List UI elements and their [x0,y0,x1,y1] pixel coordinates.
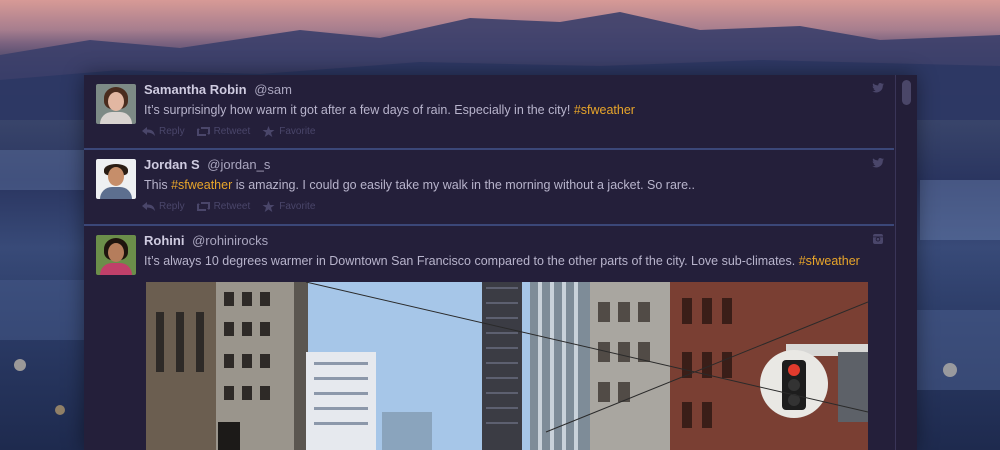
favorite-button[interactable]: Favorite [262,201,315,212]
star-icon [262,126,275,137]
twitter-icon [872,158,884,168]
tweet-feed: Samantha Robin @sam It’s surprisingly ho… [84,75,894,450]
twitter-icon [872,83,884,93]
tweet-header: Jordan S @jordan_s [144,157,270,172]
tweet-text-segment: It’s surprisingly how warm it got after … [144,103,574,117]
author-handle[interactable]: @rohinirocks [192,233,268,248]
retweet-icon [196,127,210,136]
author-name[interactable]: Jordan S [144,157,200,172]
reply-label: Reply [159,126,185,137]
tweet-header: Rohini @rohinirocks [144,233,268,248]
author-handle[interactable]: @jordan_s [207,157,270,172]
tweet-text: It’s surprisingly how warm it got after … [144,103,635,117]
tweet-text-segment: This [144,178,172,192]
avatar[interactable] [96,159,136,199]
feed-scrollbar[interactable] [895,75,917,450]
tweet-text: This #sfweather is amazing. I could go e… [144,178,695,192]
reply-button[interactable]: Reply [142,201,185,212]
retweet-button[interactable]: Retweet [196,126,251,137]
tweet-header: Samantha Robin @sam [144,82,292,97]
favorite-label: Favorite [279,201,316,212]
tweet-item: Rohini @rohinirocks It’s always 10 degre… [84,226,894,450]
tweet-item: Jordan S @jordan_s This #sfweather is am… [84,150,894,226]
favorite-button[interactable]: Favorite [262,126,315,137]
reply-button[interactable]: Reply [142,126,185,137]
reply-icon [142,127,155,136]
author-name[interactable]: Rohini [144,233,184,248]
avatar[interactable] [96,235,136,275]
star-icon [262,201,275,212]
tweet-stream-panel: Samantha Robin @sam It’s surprisingly ho… [84,75,917,450]
tweet-actions: Reply Retweet Favorite [142,126,315,137]
hashtag-link[interactable]: #sfweather [799,254,860,268]
avatar[interactable] [96,84,136,124]
tweet-text: It’s always 10 degrees warmer in Downtow… [144,254,860,268]
retweet-icon [196,202,210,211]
street-photo-image [146,282,868,450]
scrollbar-thumb[interactable] [902,80,911,105]
tweet-item: Samantha Robin @sam It’s surprisingly ho… [84,75,894,150]
tweet-photo[interactable] [146,282,868,450]
retweet-label: Retweet [213,201,251,212]
tweet-text-segment: is amazing. I could go easily take my wa… [232,178,695,192]
reply-icon [142,202,155,211]
author-name[interactable]: Samantha Robin [144,82,247,97]
retweet-label: Retweet [213,126,251,137]
reply-label: Reply [159,201,185,212]
author-handle[interactable]: @sam [254,82,292,97]
favorite-label: Favorite [279,126,316,137]
tweet-actions: Reply Retweet Favorite [142,201,315,212]
instagram-icon [873,234,883,244]
hashtag-link[interactable]: #sfweather [574,103,635,117]
hashtag-link[interactable]: #sfweather [171,178,232,192]
tweet-text-segment: It’s always 10 degrees warmer in Downtow… [144,254,799,268]
retweet-button[interactable]: Retweet [196,201,251,212]
